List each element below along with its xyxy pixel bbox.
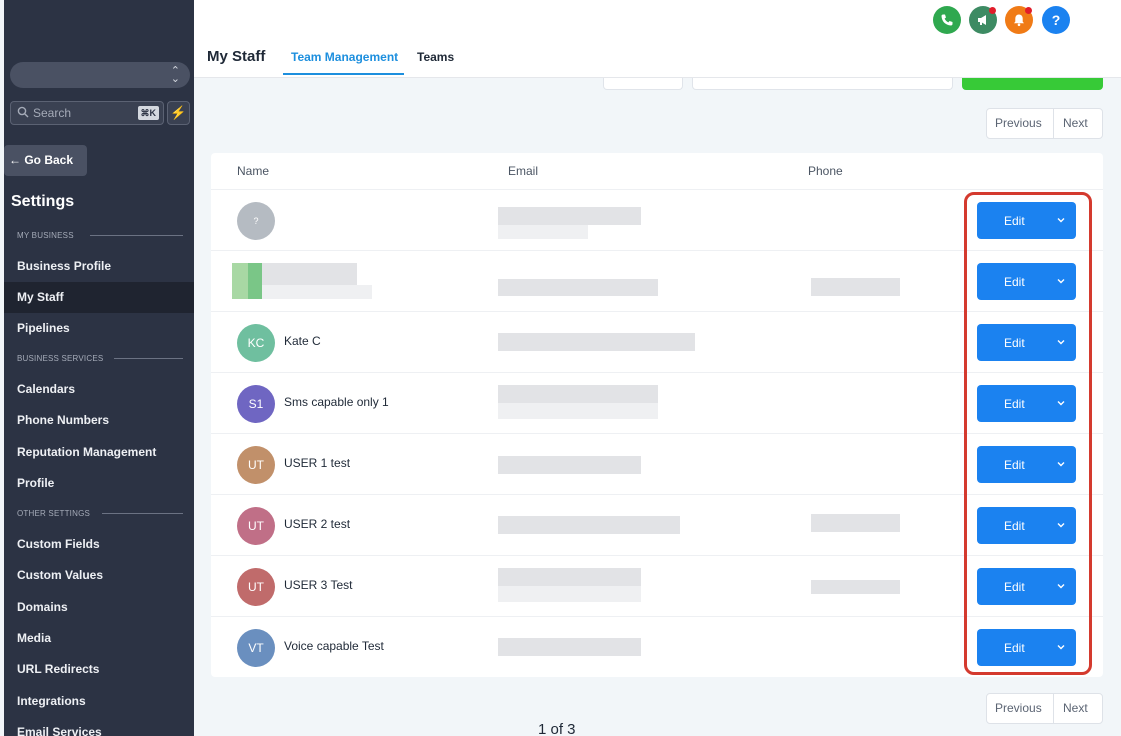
avatar: S1 [237, 385, 275, 423]
avatar: UT [237, 507, 275, 545]
highlight-annotation [964, 192, 1092, 675]
add-employee-button[interactable] [962, 78, 1103, 90]
shortcut-badge: ⌘K [137, 106, 159, 120]
active-tab-indicator [283, 73, 404, 75]
sidebar-item-reputation-management[interactable]: Reputation Management [4, 437, 194, 468]
section-label-business-services: BUSINESS SERVICES [17, 354, 183, 363]
section-label-other-settings: OTHER SETTINGS [17, 509, 183, 518]
sidebar-item-pipelines[interactable]: Pipelines [4, 313, 194, 344]
user-name: Kate C [284, 334, 321, 348]
email-redacted [498, 568, 641, 586]
bell-icon[interactable] [1005, 6, 1033, 34]
email-redacted [498, 456, 641, 474]
sidebar-item-phone-numbers[interactable]: Phone Numbers [4, 405, 194, 436]
email-redacted [498, 279, 658, 296]
avatar: ? [237, 202, 275, 240]
avatar: UT [237, 568, 275, 606]
megaphone-icon[interactable] [969, 6, 997, 34]
search-users-input[interactable] [692, 78, 953, 90]
page-indicator: 1 of 3 [538, 721, 576, 736]
avatar [232, 263, 248, 299]
email-redacted [498, 385, 658, 403]
avatar: VT [237, 629, 275, 667]
section-label-my-business: MY BUSINESS [17, 231, 183, 240]
name-redacted [262, 263, 357, 285]
pagination-top: Previous Next [986, 108, 1103, 139]
email-redacted [498, 333, 695, 351]
help-icon[interactable]: ? [1042, 6, 1070, 34]
sidebar-item-custom-values[interactable]: Custom Values [4, 560, 194, 591]
settings-title: Settings [11, 193, 75, 210]
user-name: Voice capable Test [284, 639, 384, 653]
sidebar-item-integrations[interactable]: Integrations [4, 686, 194, 717]
user-name: USER 3 Test [284, 578, 353, 592]
user-name: USER 2 test [284, 517, 351, 531]
sidebar-item-calendars[interactable]: Calendars [4, 374, 194, 405]
phone-redacted [811, 278, 900, 296]
chevron-updown-icon: ⌃ ⌄ [170, 65, 180, 85]
sidebar-item-custom-fields[interactable]: Custom Fields [4, 529, 194, 560]
location-switcher[interactable]: ⌃ ⌄ [10, 62, 190, 88]
previous-button[interactable]: Previous [995, 694, 1042, 723]
email-redacted [498, 638, 641, 656]
phone-redacted [811, 514, 900, 532]
sidebar-item-email-services[interactable]: Email Services [4, 717, 194, 736]
sidebar-item-media[interactable]: Media [4, 623, 194, 654]
column-header-phone: Phone [808, 164, 843, 178]
avatar: UT [237, 446, 275, 484]
pagination-bottom: Previous Next [986, 693, 1103, 724]
tab-team-management[interactable]: Team Management [291, 50, 398, 64]
email-redacted [498, 207, 641, 225]
previous-button[interactable]: Previous [995, 109, 1042, 138]
sidebar: ⌃ ⌄ Search ⌘K ⚡ ← Go Back Settings MY BUS… [4, 0, 194, 736]
user-name: Sms capable only 1 [284, 395, 389, 409]
column-header-email: Email [508, 164, 539, 178]
page-title: My Staff [207, 48, 266, 65]
sidebar-item-business-profile[interactable]: Business Profile [4, 251, 194, 282]
email-redacted [498, 516, 680, 534]
page-header: My Staff Team Management Teams ? [194, 0, 1121, 78]
sidebar-item-url-redirects[interactable]: URL Redirects [4, 654, 194, 685]
sidebar-item-domains[interactable]: Domains [4, 592, 194, 623]
bolt-icon: ⚡ [170, 105, 187, 120]
search-placeholder: Search [33, 106, 72, 120]
phone-redacted [811, 580, 900, 594]
sidebar-item-my-staff[interactable]: My Staff [4, 282, 194, 313]
go-back-button[interactable]: ← Go Back [4, 145, 87, 176]
search-icon [17, 106, 29, 118]
avatar: KC [237, 324, 275, 362]
tab-teams[interactable]: Teams [417, 50, 454, 64]
sidebar-item-profile[interactable]: Profile [4, 468, 194, 499]
user-name: USER 1 test [284, 456, 351, 470]
next-button[interactable]: Next [1063, 694, 1088, 723]
next-button[interactable]: Next [1063, 109, 1088, 138]
column-header-name: Name [237, 164, 270, 178]
quick-action-button[interactable]: ⚡ [167, 101, 190, 125]
filter-control[interactable] [603, 78, 683, 90]
phone-icon[interactable] [933, 6, 961, 34]
search-input[interactable]: Search ⌘K [10, 101, 164, 125]
